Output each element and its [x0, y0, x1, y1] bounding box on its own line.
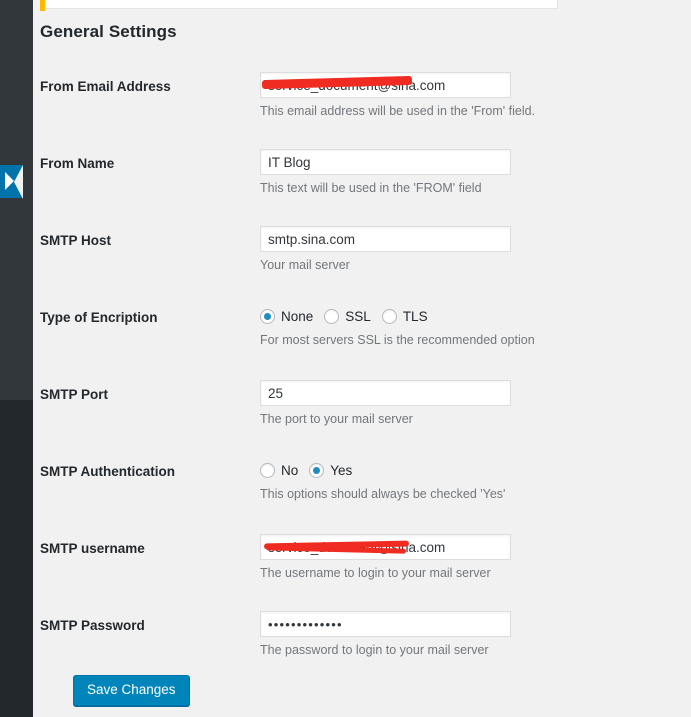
radio-option-yes[interactable]: Yes [309, 462, 353, 478]
field-control: Your mail server [260, 226, 680, 272]
settings-form: From Email Address This email address wi… [33, 64, 691, 680]
field-description: This options should always be checked 'Y… [260, 487, 506, 501]
form-row-type-of-encription: Type of Encription None SSL TLS For most… [33, 295, 691, 372]
chevron-notch-shape [14, 165, 23, 199]
radio-option-no[interactable]: No [260, 462, 299, 478]
smtp-username-input[interactable] [260, 534, 511, 560]
field-control: The port to your mail server [260, 380, 680, 426]
radio-option-label: SSL [345, 308, 371, 324]
field-label: Type of Encription [40, 310, 158, 325]
field-label: SMTP username [40, 541, 145, 556]
radio-option-label: No [281, 462, 299, 478]
radio-button-icon[interactable] [260, 308, 275, 324]
authentication-radio-group: No Yes [260, 459, 680, 481]
redacted-input-wrapper [260, 534, 511, 560]
field-description: This text will be used in the 'FROM' fie… [260, 181, 482, 195]
encryption-radio-group: None SSL TLS [260, 305, 680, 327]
field-label: SMTP Authentication [40, 464, 175, 479]
field-description: The password to login to your mail serve… [260, 643, 489, 657]
field-description: Your mail server [260, 258, 350, 272]
form-row-from-email-address: From Email Address This email address wi… [33, 64, 691, 141]
smtp-host-input[interactable] [260, 226, 511, 252]
form-row-smtp-password: SMTP Password The password to login to y… [33, 603, 691, 680]
field-description: This email address will be used in the '… [260, 104, 536, 118]
main-content: General Settings From Email Address This… [33, 0, 691, 717]
chevron-left-icon [5, 172, 14, 190]
page-title: General Settings [40, 22, 177, 41]
radio-option-none[interactable]: None [260, 308, 314, 324]
field-label: From Name [40, 156, 115, 171]
field-description: The port to your mail server [260, 412, 413, 426]
radio-option-label: TLS [402, 308, 428, 324]
form-row-from-name: From Name This text will be used in the … [33, 141, 691, 218]
field-control: None SSL TLS For most servers SSL is the… [260, 303, 680, 347]
field-label: SMTP Password [40, 618, 145, 633]
field-control: The password to login to your mail serve… [260, 611, 680, 657]
radio-option-ssl[interactable]: SSL [324, 308, 371, 324]
field-control: This text will be used in the 'FROM' fie… [260, 149, 680, 195]
radio-option-tls[interactable]: TLS [381, 308, 428, 324]
radio-option-label: Yes [330, 462, 353, 478]
notice-accent-bar [40, 0, 45, 11]
field-label: SMTP Host [40, 233, 112, 248]
field-label: SMTP Port [40, 387, 109, 402]
sidebar-collapse-toggle[interactable] [0, 165, 23, 199]
form-row-smtp-host: SMTP Host Your mail server [33, 218, 691, 295]
radio-button-icon[interactable] [381, 308, 397, 324]
radio-option-label: None [281, 308, 314, 324]
smtp-password-input[interactable] [260, 611, 511, 637]
admin-sidebar [0, 0, 33, 717]
from-name-input[interactable] [260, 149, 511, 175]
redacted-input-wrapper [260, 72, 511, 98]
field-description: The username to login to your mail serve… [260, 566, 491, 580]
radio-button-icon[interactable] [260, 462, 275, 478]
save-changes-button[interactable]: Save Changes [73, 675, 190, 707]
radio-button-icon[interactable] [309, 462, 325, 478]
smtp-port-input[interactable] [260, 380, 511, 406]
form-row-smtp-port: SMTP Port The port to your mail server [33, 372, 691, 449]
form-row-smtp-authentication: SMTP Authentication No Yes This options … [33, 449, 691, 526]
field-control: The username to login to your mail serve… [260, 534, 680, 580]
field-description: For most servers SSL is the recommended … [260, 333, 535, 347]
admin-sidebar-upper-section [0, 0, 33, 400]
field-label: From Email Address [40, 79, 171, 94]
field-control: No Yes This options should always be che… [260, 457, 680, 501]
radio-button-icon[interactable] [324, 308, 340, 324]
field-control: This email address will be used in the '… [260, 72, 680, 118]
from-email-address-input[interactable] [260, 72, 511, 98]
form-row-smtp-username: SMTP username The username to login to y… [33, 526, 691, 603]
